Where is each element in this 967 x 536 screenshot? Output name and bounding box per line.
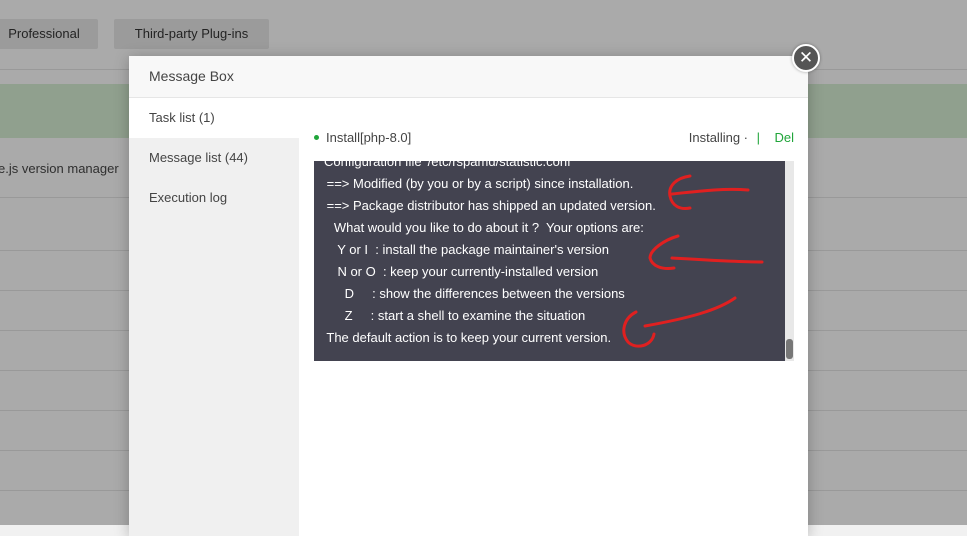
task-status: Installing · bbox=[688, 130, 748, 145]
terminal-line: ==> Modified (by you or by a script) sin… bbox=[323, 176, 634, 191]
dialog-sidebar: Task list (1) Message list (44) Executio… bbox=[129, 98, 299, 536]
terminal-line: ==> Package distributor has shipped an u… bbox=[323, 198, 656, 213]
dialog-title: Message Box bbox=[129, 56, 808, 98]
message-box-dialog: Message Box Task list (1) Message list (… bbox=[129, 56, 808, 536]
terminal-line: Y or I : install the package maintainer'… bbox=[323, 242, 609, 257]
terminal-line: Configuration file '/etc/rspamd/statisti… bbox=[324, 161, 574, 169]
terminal-line: Z : start a shell to examine the situati… bbox=[323, 308, 586, 323]
delete-task-link[interactable]: Del bbox=[774, 130, 794, 145]
task-separator: | bbox=[756, 130, 760, 145]
task-panel: Install[php-8.0] Installing · | Del Conf… bbox=[299, 98, 808, 536]
sidebar-item-execution-log[interactable]: Execution log bbox=[129, 178, 299, 218]
sidebar-item-task-list[interactable]: Task list (1) bbox=[129, 98, 299, 138]
terminal-line: D : show the differences between the ver… bbox=[323, 286, 625, 301]
terminal-output[interactable]: Configuration file '/etc/rspamd/statisti… bbox=[314, 161, 794, 361]
terminal-line: What would you like to do about it ? You… bbox=[323, 220, 644, 235]
close-dialog-button[interactable]: ✕ bbox=[792, 44, 820, 72]
task-row: Install[php-8.0] Installing · | Del bbox=[313, 130, 794, 146]
scrollbar-thumb[interactable] bbox=[786, 339, 793, 359]
terminal-line: The default action is to keep your curre… bbox=[323, 330, 612, 345]
status-dot-icon bbox=[314, 135, 319, 140]
terminal-scrollbar[interactable] bbox=[785, 161, 794, 361]
sidebar-item-message-list[interactable]: Message list (44) bbox=[129, 138, 299, 178]
task-name: Install[php-8.0] bbox=[326, 130, 412, 145]
terminal-line: N or O : keep your currently-installed v… bbox=[323, 264, 599, 279]
